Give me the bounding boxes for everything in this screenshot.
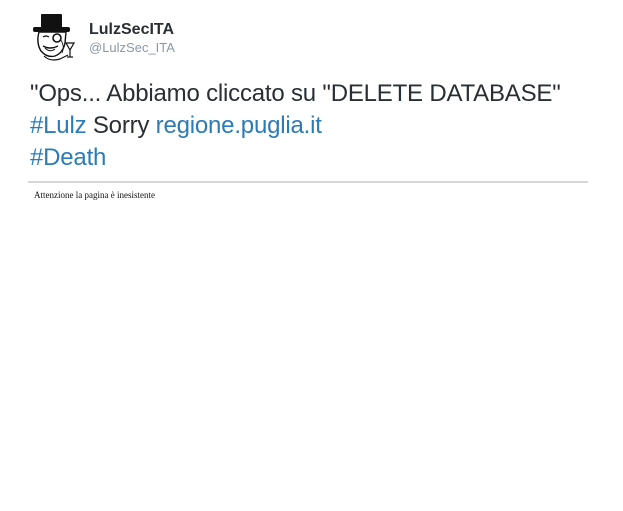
media-card[interactable]: Attenzione la pagina è inesistente bbox=[28, 181, 588, 221]
media-divider bbox=[28, 181, 588, 183]
hashtag-link-death[interactable]: #Death bbox=[30, 144, 106, 171]
tweet-text: "Ops... Abbiamo cliccato su "DELETE DATA… bbox=[30, 78, 590, 174]
tweet-text-part: "Ops... Abbiamo cliccato su "DELETE DATA… bbox=[30, 80, 561, 107]
hashtag-link-lulz[interactable]: #Lulz bbox=[30, 112, 87, 139]
tweet-text-part: Sorry bbox=[86, 112, 156, 139]
author-display-name[interactable]: LulzSecITA bbox=[89, 20, 175, 40]
lulzsec-monocle-tophat-avatar-icon bbox=[33, 14, 76, 61]
author-names: LulzSecITA @LulzSec_ITA bbox=[89, 20, 175, 56]
media-caption: Attenzione la pagina è inesistente bbox=[34, 190, 155, 200]
author-screen-name[interactable]: @LulzSec_ITA bbox=[89, 40, 175, 56]
avatar[interactable] bbox=[30, 13, 78, 63]
tweet: LulzSecITA @LulzSec_ITA "Ops... Abbiamo … bbox=[0, 0, 623, 511]
url-link[interactable]: regione.puglia.it bbox=[156, 112, 322, 139]
